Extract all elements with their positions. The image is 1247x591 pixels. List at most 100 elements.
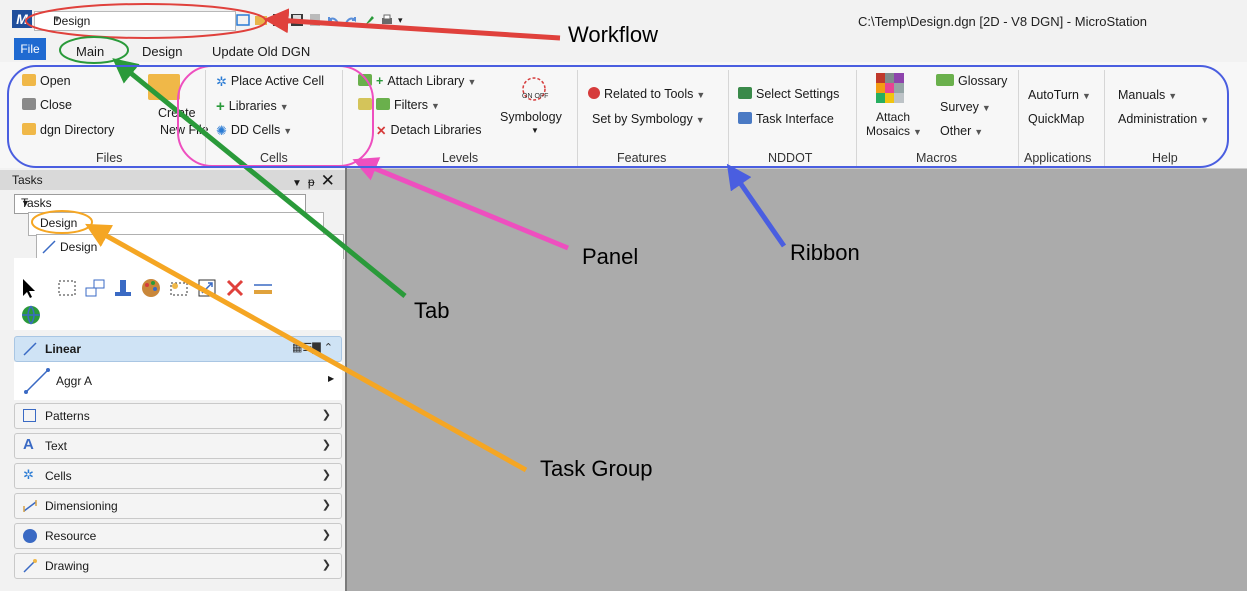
other-button[interactable]: Other ▼ — [940, 124, 983, 138]
print-icon[interactable] — [380, 13, 394, 27]
scale-icon[interactable] — [196, 277, 218, 299]
cell-icon: ✺ — [216, 123, 227, 138]
attach-mosaics-button[interactable]: Mosaics ▼ — [866, 124, 922, 138]
glossary-button[interactable]: Glossary — [936, 74, 1007, 88]
filters-button[interactable]: Filters ▼ — [358, 98, 440, 112]
detach-libraries-button[interactable]: ✕ Detach Libraries — [376, 123, 482, 138]
pin-icon[interactable] — [362, 13, 376, 27]
create-new-file-label-1[interactable]: Create — [158, 106, 196, 120]
task-group-dimensioning[interactable]: Dimensioning ❯ — [14, 493, 342, 519]
tasks-panel-title: Tasks — [12, 173, 43, 187]
panel-controls: ▼ᵽ✕ — [292, 171, 341, 191]
annotation-workflow: Workflow — [568, 22, 659, 47]
tab-update-old-dgn[interactable]: Update Old DGN — [212, 44, 310, 59]
compress-icon[interactable] — [308, 13, 322, 27]
drawing-icon — [23, 559, 37, 573]
delete-icon[interactable] — [224, 277, 246, 299]
redo-icon[interactable] — [344, 13, 358, 27]
ribbon-separator — [577, 70, 578, 166]
dropdown-arrow-icon: ▼ — [279, 102, 289, 112]
palette-icon[interactable] — [140, 277, 162, 299]
chevron-down-icon: ❯ — [321, 469, 331, 481]
related-to-tools-button[interactable]: Related to Tools ▼ — [588, 87, 705, 101]
tasks-dropdown[interactable]: Tasks ▼ — [14, 194, 306, 214]
group-title-levels: Levels — [442, 151, 479, 165]
save-icon[interactable] — [272, 13, 286, 27]
survey-button[interactable]: Survey ▼ — [940, 100, 991, 114]
task-group-drawing[interactable]: Drawing ❯ — [14, 553, 342, 579]
customize-icon[interactable]: ▾ — [398, 15, 403, 26]
pin-icon[interactable]: ᵽ — [308, 175, 321, 189]
dropdown-arrow-icon: ▼ — [974, 127, 984, 137]
task-group-resource[interactable]: Resource ❯ — [14, 523, 342, 549]
minus-circle-icon — [588, 87, 600, 99]
task-interface-button[interactable]: Task Interface — [738, 112, 834, 126]
panel-menu-icon[interactable]: ▼ — [292, 178, 308, 189]
globe-icon[interactable] — [20, 304, 42, 326]
select-settings-button[interactable]: Select Settings — [738, 87, 839, 101]
view-toggle-icons[interactable]: ▦☰▇ ⌃ — [292, 341, 333, 354]
dropdown-arrow-icon: ▼ — [467, 77, 477, 87]
text-icon: A — [23, 436, 34, 453]
tab-main[interactable]: Main — [76, 44, 104, 59]
open-button[interactable]: Open — [22, 74, 71, 88]
cells-icon: ✲ — [23, 467, 34, 482]
tab-design[interactable]: Design — [142, 44, 182, 59]
v8-icon[interactable] — [236, 13, 250, 27]
group-title-macros: Macros — [916, 151, 957, 165]
attach-library-button[interactable]: + Attach Library ▼ — [358, 74, 476, 88]
dgn-directory-button[interactable]: dgn Directory — [22, 123, 114, 137]
dropdown-arrow-icon: ▼ — [695, 115, 705, 125]
chevron-down-icon: ▼ — [53, 15, 61, 24]
close-button[interactable]: Close — [22, 98, 72, 112]
dropdown-arrow-icon: ▼ — [283, 126, 293, 136]
ribbon-separator — [728, 70, 729, 166]
chevron-down-icon: ❯ — [321, 529, 331, 541]
chevron-down-icon: ❯ — [321, 409, 331, 421]
administration-button[interactable]: Administration ▼ — [1118, 112, 1209, 126]
save-all-icon[interactable] — [290, 13, 304, 27]
aggr-a-tool[interactable]: Aggr A ▶ — [14, 362, 342, 400]
task-group-text[interactable]: A Text ❯ — [14, 433, 342, 459]
symbology-dropdown-icon[interactable]: ▼ — [531, 126, 539, 135]
create-new-file-label-2[interactable]: New File — [160, 123, 209, 137]
window-title: C:\Temp\Design.dgn [2D - V8 DGN] - Micro… — [858, 14, 1147, 29]
quickmap-button[interactable]: QuickMap — [1028, 112, 1084, 126]
fence-icon[interactable] — [56, 277, 78, 299]
measure-icon[interactable] — [252, 277, 274, 299]
aggr-a-label: Aggr A — [56, 374, 93, 388]
mosaic-icon — [876, 73, 904, 103]
app-logo-icon[interactable]: M — [12, 10, 32, 28]
annotation-tab: Tab — [414, 298, 450, 323]
chevron-down-icon: ❯ — [321, 559, 331, 571]
symbology-button[interactable]: Symbology — [500, 110, 562, 124]
tab-file[interactable]: File — [14, 38, 46, 60]
dropdown-arrow-icon: ▼ — [981, 103, 991, 113]
ribbon-arrow — [726, 163, 787, 248]
ribbon-separator — [205, 70, 206, 166]
ribbon-separator — [1018, 70, 1019, 166]
set-by-symbology-button[interactable]: Set by Symbology ▼ — [592, 112, 705, 126]
place-active-cell-button[interactable]: ✲ Place Active Cell — [216, 74, 324, 89]
annotation-ribbon: Ribbon — [790, 240, 860, 265]
chevron-down-icon: ❯ — [321, 439, 331, 451]
dd-cells-button[interactable]: ✺ DD Cells ▼ — [216, 123, 293, 138]
symbology-icon[interactable]: ON OFF — [518, 76, 550, 102]
match-attributes-icon[interactable] — [112, 277, 134, 299]
flyout-arrow-icon[interactable]: ▶ — [328, 374, 334, 383]
open-icon[interactable] — [254, 13, 268, 27]
task-group-cells[interactable]: ✲ Cells ❯ — [14, 463, 342, 489]
user-icon — [738, 112, 752, 124]
undo-icon[interactable] — [326, 13, 340, 27]
element-selection-icon[interactable] — [18, 277, 40, 299]
move-icon[interactable] — [84, 277, 106, 299]
libraries-button[interactable]: + Libraries ▼ — [216, 98, 289, 115]
workflow-combobox[interactable]: Design ▼ — [34, 11, 236, 31]
attach-mosaics-label-1[interactable]: Attach — [876, 110, 910, 124]
autoturn-button[interactable]: AutoTurn ▼ — [1028, 88, 1091, 102]
extract-icon[interactable] — [168, 277, 190, 299]
task-group-patterns[interactable]: Patterns ❯ — [14, 403, 342, 429]
close-icon[interactable]: ✕ — [321, 171, 341, 190]
task-group-linear[interactable]: Linear ▦☰▇ ⌃ — [14, 336, 342, 362]
manuals-button[interactable]: Manuals ▼ — [1118, 88, 1177, 102]
